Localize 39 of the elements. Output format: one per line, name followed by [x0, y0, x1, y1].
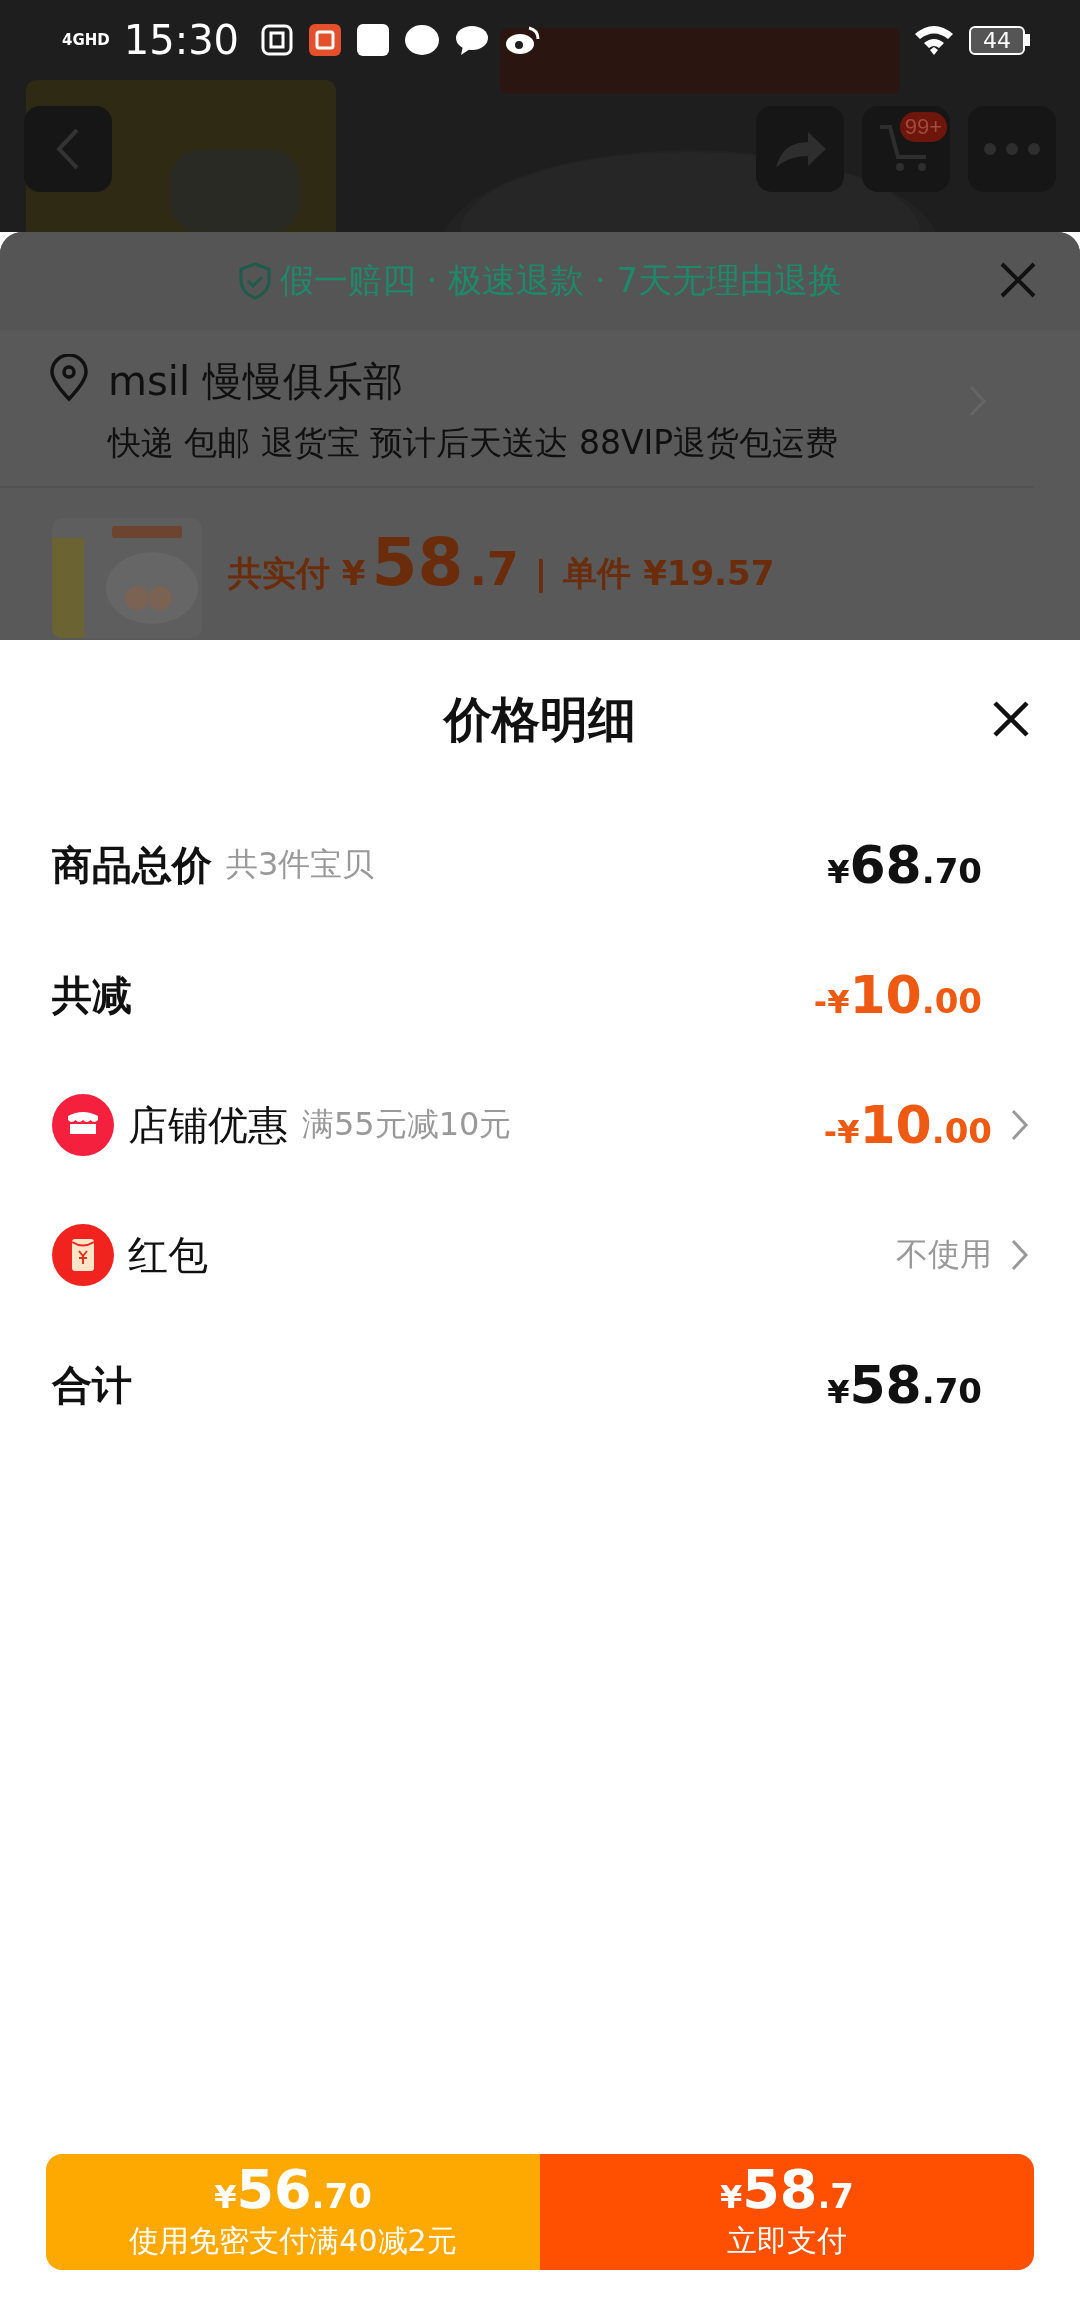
row-label: 商品总价 [52, 840, 212, 890]
row-label: 共减 [52, 970, 132, 1020]
row-label: 店铺优惠 [128, 1100, 288, 1150]
battery-indicator: 44 [969, 25, 1030, 55]
store-icon [52, 1094, 114, 1156]
price-text: ¥68.70 [827, 835, 982, 895]
more-button[interactable] [968, 106, 1056, 192]
pay-now-button[interactable]: ¥58.7 立即支付 [540, 2154, 1034, 2270]
row-value: 不使用 [896, 1234, 992, 1275]
more-icon [982, 142, 1042, 156]
recipient-name: msil 慢慢俱乐部 [108, 357, 404, 406]
price-text: -¥10.00 [813, 965, 982, 1025]
wifi-icon [913, 24, 955, 56]
share-button[interactable] [756, 106, 844, 192]
price-text: ¥58.70 [827, 1355, 982, 1415]
sheet-title: 价格明细 [444, 690, 636, 749]
location-pin-icon [48, 354, 90, 402]
envelope-icon [52, 1224, 114, 1286]
price-text: -¥10.00 [823, 1095, 992, 1155]
row-note: 满55元减10元 [302, 1104, 512, 1145]
row-label: 红包 [128, 1230, 208, 1280]
total-price: 共实付 ¥58.7 | 单件 ¥19.57 [228, 523, 775, 603]
close-icon[interactable] [992, 700, 1030, 738]
shield-check-icon [237, 262, 272, 300]
network-indicator: 4GHD [62, 32, 110, 48]
delivery-details: 快递 包邮 退货宝 预计后天送达 88VIP退货包运费 [108, 422, 840, 464]
chat-icon [455, 24, 490, 56]
app-icon [357, 24, 390, 56]
guarantee-text: 假一赔四 · 极速退款 · 7天无理由退换 [279, 259, 843, 302]
clock: 15:30 [123, 17, 240, 63]
row-note: 共3件宝贝 [226, 844, 375, 885]
password-free-pay-button[interactable]: ¥56.70 使用免密支付满40减2元 [46, 2154, 540, 2270]
app-icon [261, 24, 294, 56]
back-button[interactable] [24, 106, 112, 192]
separator: | [534, 553, 548, 593]
row-label: 合计 [52, 1360, 132, 1410]
assistant-icon [405, 24, 440, 56]
weibo-icon [505, 24, 542, 56]
app-icon [309, 24, 342, 56]
